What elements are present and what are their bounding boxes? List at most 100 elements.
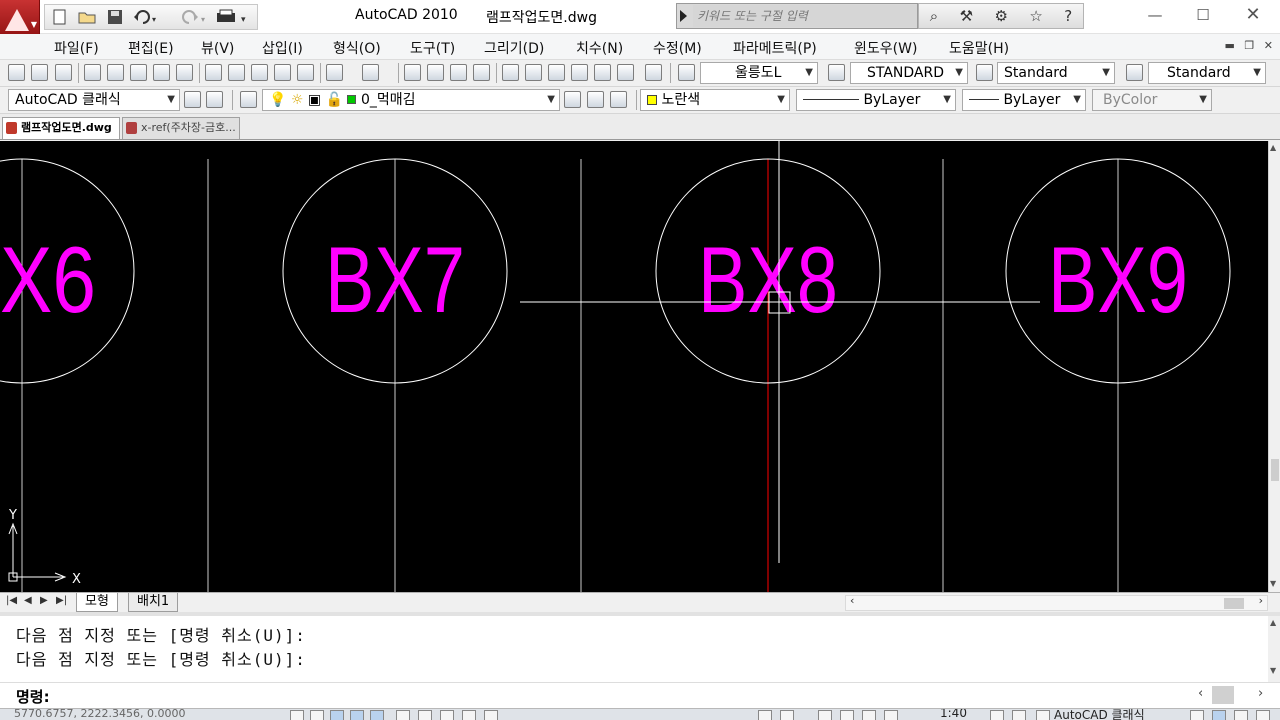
save-icon[interactable] <box>104 6 126 28</box>
favorites-star-icon[interactable]: ☆ <box>1029 7 1042 25</box>
3d-print-icon[interactable] <box>153 64 170 81</box>
object-snap-icon[interactable] <box>370 710 384 720</box>
layer-combo[interactable]: 💡 ☼ ▣ 🔓 0_먹매김 ▼ <box>262 89 560 111</box>
hardware-acceleration-icon[interactable] <box>1212 710 1226 720</box>
dim-style-icon[interactable] <box>828 64 845 81</box>
clean-screen-icon[interactable] <box>1256 710 1270 720</box>
tab-layout1[interactable]: 배치1 <box>128 593 179 612</box>
markup-icon[interactable] <box>594 64 611 81</box>
cut-icon[interactable] <box>205 64 222 81</box>
menu-help[interactable]: 도움말(H) <box>949 38 1009 58</box>
grid-label[interactable]: X6 <box>0 227 96 332</box>
lineweight-combo[interactable]: ByLayer ▼ <box>962 89 1086 111</box>
scroll-down-icon[interactable]: ▼ <box>1270 666 1276 675</box>
ortho-mode-icon[interactable] <box>330 710 344 720</box>
quick-view-layouts-icon[interactable] <box>780 710 794 720</box>
redo-icon[interactable] <box>362 64 379 81</box>
vertical-scrollbar[interactable]: ▲ ▼ <box>1268 141 1280 592</box>
open-icon[interactable] <box>31 64 48 81</box>
snap-mode-icon[interactable] <box>290 710 304 720</box>
layer-thaw-sun-icon[interactable]: ☼ <box>291 92 304 108</box>
design-feed-icon[interactable] <box>176 64 193 81</box>
model-space[interactable]: X6 BX7 BX8 BX9 Y X <box>0 141 1268 592</box>
next-layout-icon[interactable]: ▶ <box>40 595 48 606</box>
command-input[interactable] <box>64 685 1184 705</box>
zoom-realtime-icon[interactable] <box>427 64 444 81</box>
quickcalc-icon[interactable] <box>617 64 634 81</box>
qnew-icon[interactable] <box>8 64 25 81</box>
properties-icon[interactable] <box>502 64 519 81</box>
save-workspace-icon[interactable] <box>206 91 223 108</box>
object-snap-tracking-icon[interactable] <box>396 710 410 720</box>
linetype-combo[interactable]: ByLayer ▼ <box>796 89 956 111</box>
annotation-scale[interactable]: 1:40 <box>940 709 967 720</box>
scroll-thumb[interactable] <box>1212 686 1234 704</box>
plotstyle-combo[interactable]: ByColor ▼ <box>1092 89 1212 111</box>
design-center-icon[interactable] <box>525 64 542 81</box>
search-input[interactable] <box>693 5 917 27</box>
minimize-button[interactable]: — <box>1132 4 1178 28</box>
save-icon[interactable] <box>55 64 72 81</box>
text-style-icon[interactable] <box>678 64 695 81</box>
scroll-left-icon[interactable]: ‹ <box>850 594 854 607</box>
undo-icon[interactable] <box>326 64 343 81</box>
coordinate-readout[interactable]: 5770.6757, 2222.3456, 0.0000 <box>14 709 185 720</box>
menu-view[interactable]: 뷰(V) <box>201 38 234 58</box>
workspace-settings-icon[interactable] <box>184 91 201 108</box>
menu-insert[interactable]: 삽입(I) <box>262 38 303 58</box>
menu-tools[interactable]: 도구(T) <box>410 38 455 58</box>
sheet-set-icon[interactable] <box>571 64 588 81</box>
subscription-center-icon[interactable]: ⚒ <box>960 7 973 25</box>
maximize-button[interactable]: ☐ <box>1180 4 1226 28</box>
layer-previous-icon[interactable] <box>587 91 604 108</box>
scroll-up-icon[interactable]: ▲ <box>1270 143 1276 152</box>
doc-tab-xref[interactable]: x-ref(주차장-금호... <box>122 117 240 139</box>
grid-label[interactable]: BX7 <box>325 227 465 332</box>
menu-dimension[interactable]: 치수(N) <box>576 38 623 58</box>
help-icon[interactable]: ? <box>1064 7 1072 25</box>
scroll-thumb[interactable] <box>1224 598 1244 609</box>
menu-window[interactable]: 윈도우(W) <box>854 38 917 58</box>
match-properties-icon[interactable] <box>297 64 314 81</box>
menu-edit[interactable]: 편집(E) <box>128 38 174 58</box>
scroll-left-icon[interactable]: ‹ <box>1198 686 1203 701</box>
plot-icon[interactable]: ▾ <box>214 6 254 28</box>
tab-model[interactable]: 모형 <box>76 593 118 612</box>
table-style-combo[interactable]: Standard ▼ <box>997 62 1115 84</box>
last-layout-icon[interactable]: ▶| <box>56 595 67 606</box>
dim-style-combo[interactable]: STANDARD ▼ <box>850 62 968 84</box>
paste-block-icon[interactable] <box>274 64 291 81</box>
menu-draw[interactable]: 그리기(D) <box>484 38 544 58</box>
layer-states-icon[interactable] <box>610 91 627 108</box>
doc-tab-ramp-drawing[interactable]: 램프작업도면.dwg <box>2 117 120 139</box>
mdi-window-controls[interactable]: ▬ ❐ ✕ <box>1225 39 1276 52</box>
scroll-right-icon[interactable]: › <box>1259 594 1263 607</box>
binoculars-icon[interactable]: ⌕ <box>930 7 938 25</box>
multileader-style-icon[interactable] <box>1126 64 1143 81</box>
zoom-window-icon[interactable] <box>450 64 467 81</box>
publish-icon[interactable] <box>130 64 147 81</box>
new-file-icon[interactable] <box>50 6 70 28</box>
lock-icon[interactable] <box>1190 710 1204 720</box>
grid-label[interactable]: BX9 <box>1048 227 1188 332</box>
make-object-layer-current-icon[interactable] <box>564 91 581 108</box>
prev-layout-icon[interactable]: ◀ <box>24 595 32 606</box>
copy-icon[interactable] <box>228 64 245 81</box>
tool-palettes-icon[interactable] <box>548 64 565 81</box>
zoom-previous-icon[interactable] <box>473 64 490 81</box>
status-workspace[interactable]: AutoCAD 클래식 <box>1054 709 1145 720</box>
text-style-combo[interactable]: 울릉도L ▼ <box>700 62 818 84</box>
dynamic-ucs-icon[interactable] <box>418 710 432 720</box>
lineweight-display-icon[interactable] <box>462 710 476 720</box>
polar-tracking-icon[interactable] <box>350 710 364 720</box>
grid-display-icon[interactable] <box>310 710 324 720</box>
model-space-icon[interactable] <box>758 710 772 720</box>
workspace-switch-icon[interactable] <box>1036 710 1050 720</box>
scroll-down-icon[interactable]: ▼ <box>1270 579 1276 588</box>
plot-preview-icon[interactable] <box>107 64 124 81</box>
menu-parametric[interactable]: 파라메트릭(P) <box>733 38 817 58</box>
help-icon[interactable] <box>645 64 662 81</box>
horizontal-scrollbar[interactable]: ‹ › <box>845 594 1268 611</box>
scroll-right-icon[interactable]: › <box>1258 686 1263 701</box>
scroll-thumb[interactable] <box>1271 459 1279 481</box>
